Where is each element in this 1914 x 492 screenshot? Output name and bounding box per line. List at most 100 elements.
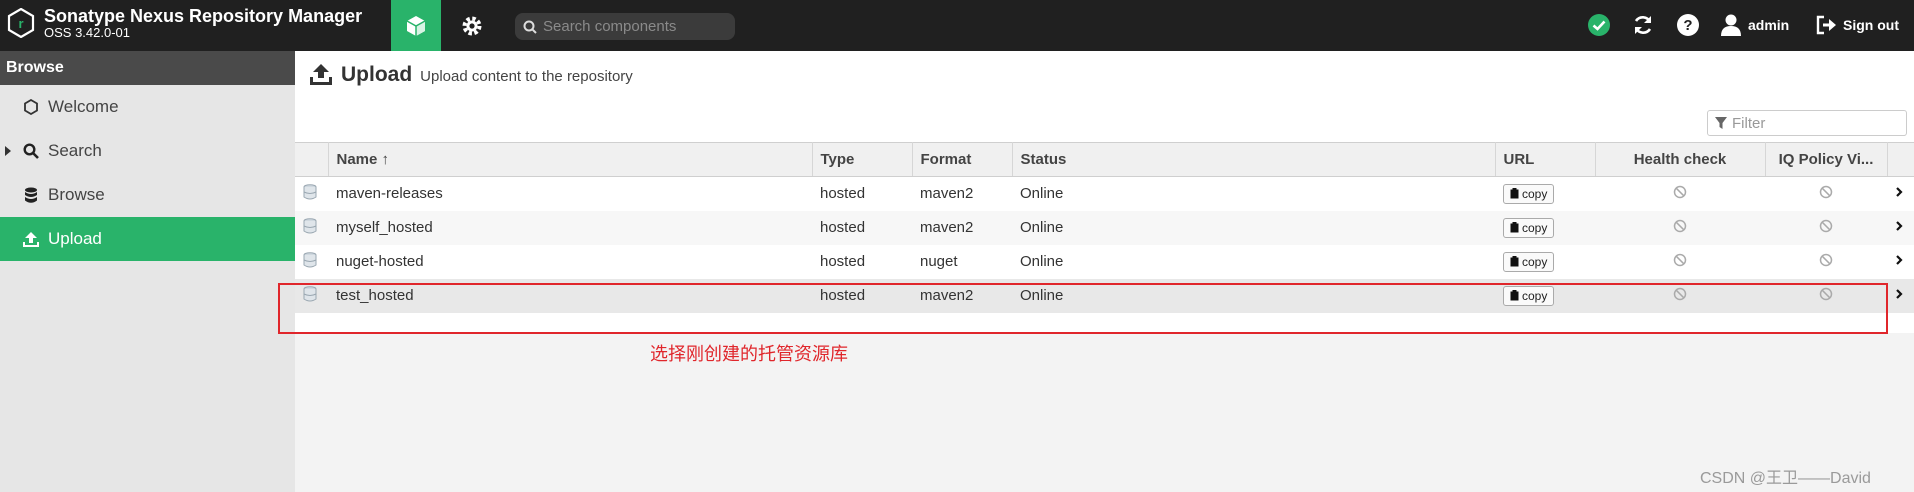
iq-policy-cell[interactable]	[1765, 210, 1887, 245]
repo-status: Online	[1020, 253, 1064, 270]
refresh-icon	[1634, 16, 1652, 34]
row-chevron-cell[interactable]	[1887, 210, 1914, 245]
column-header-health-check[interactable]: Health check	[1595, 142, 1766, 177]
repo-name: maven-releases	[336, 185, 443, 203]
table-row[interactable]: nuget-hosted hosted nuget Online copy	[295, 245, 1914, 279]
repo-type: hosted	[820, 253, 866, 270]
help-button[interactable]: ?	[1676, 12, 1700, 38]
copy-label: copy	[1522, 186, 1548, 201]
database-icon	[303, 217, 317, 233]
page-subtitle: Upload content to the repository	[420, 68, 633, 85]
sidebar-item-label: Browse	[48, 185, 105, 204]
page-title: Upload	[341, 63, 413, 86]
repo-format: nuget	[920, 253, 958, 270]
app-version: OSS 3.42.0-01	[44, 25, 130, 40]
iq-policy-cell[interactable]	[1765, 245, 1887, 279]
icon-column-header	[295, 142, 329, 177]
sidebar-item-upload[interactable]: Upload	[0, 217, 295, 261]
database-icon	[303, 251, 317, 267]
ban-icon	[1819, 253, 1833, 266]
ban-icon	[1819, 219, 1833, 232]
page-header: Upload Upload content to the repository	[295, 51, 1914, 142]
search-box[interactable]	[515, 13, 735, 40]
copy-label: copy	[1522, 220, 1548, 235]
filter-box[interactable]	[1707, 110, 1907, 136]
column-header-format[interactable]: Format	[912, 142, 1013, 177]
column-header-status[interactable]: Status	[1012, 142, 1496, 177]
filter-input[interactable]	[1732, 114, 1902, 132]
ban-icon	[1673, 219, 1687, 232]
app-title: Sonatype Nexus Repository Manager	[44, 6, 363, 26]
repo-icon-cell	[295, 210, 328, 245]
repo-url-cell: copy	[1495, 177, 1595, 211]
search-input[interactable]	[543, 18, 723, 35]
row-chevron-cell[interactable]	[1887, 245, 1914, 279]
chevron-right-icon	[1896, 187, 1903, 198]
user-icon	[1721, 14, 1741, 36]
sidebar-item-welcome[interactable]: Welcome	[0, 85, 295, 129]
ban-icon	[1819, 185, 1833, 198]
sidebar-item-label: Welcome	[48, 97, 119, 116]
sidebar-item-label: Search	[48, 141, 102, 160]
svg-text:r: r	[18, 16, 23, 31]
repo-name: myself_hosted	[328, 210, 812, 245]
sidebar-item-browse[interactable]: Browse	[0, 173, 295, 217]
expand-caret-icon[interactable]	[5, 146, 11, 156]
health-check-cell[interactable]	[1595, 210, 1765, 245]
health-check-cell[interactable]	[1595, 177, 1765, 211]
hexagon-icon	[20, 99, 42, 115]
ban-icon	[1673, 185, 1687, 198]
copy-label: copy	[1522, 254, 1548, 269]
sign-out-icon	[1816, 15, 1836, 35]
health-check-cell[interactable]	[1595, 245, 1765, 279]
username: admin	[1748, 17, 1790, 33]
copy-url-button[interactable]: copy	[1503, 217, 1555, 238]
repo-url-cell: copy	[1495, 210, 1595, 245]
search-icon	[20, 143, 42, 159]
cube-icon	[406, 15, 426, 36]
table-row[interactable]: myself_hosted hosted maven2 Online copy	[295, 210, 1914, 245]
sidebar: Browse Welcome Search Browse Upload	[0, 51, 295, 492]
upload-icon	[310, 64, 332, 85]
column-header-url[interactable]: URL	[1495, 142, 1596, 177]
top-bar: r Sonatype Nexus Repository Manager OSS …	[0, 0, 1914, 51]
main-panel: Upload Upload content to the repository …	[295, 51, 1914, 492]
row-chevron-cell[interactable]	[1887, 278, 1914, 313]
chevron-column-header	[1887, 142, 1914, 177]
refresh-button[interactable]	[1631, 12, 1655, 38]
copy-url-button[interactable]: copy	[1503, 183, 1555, 204]
sign-out-button[interactable]: Sign out	[1815, 12, 1899, 38]
browse-mode-button[interactable]	[391, 0, 441, 51]
sidebar-section-title: Browse	[0, 51, 295, 85]
sidebar-item-label: Upload	[48, 229, 102, 248]
filter-icon	[1715, 117, 1727, 129]
copy-url-button[interactable]: copy	[1503, 251, 1555, 272]
gear-icon	[462, 16, 482, 35]
repo-type: hosted	[820, 185, 866, 203]
status-ok-button[interactable]	[1587, 12, 1611, 38]
column-header-iq-policy[interactable]: IQ Policy Vi...	[1765, 142, 1888, 177]
clipboard-icon	[1510, 256, 1519, 267]
help-icon: ?	[1677, 14, 1699, 36]
nexus-logo-icon: r	[7, 8, 35, 38]
sidebar-item-search[interactable]: Search	[0, 129, 295, 173]
brand[interactable]: r Sonatype Nexus Repository Manager OSS …	[6, 6, 362, 40]
row-chevron-cell[interactable]	[1887, 177, 1914, 211]
column-header-name[interactable]: Name ↑	[328, 142, 813, 177]
repo-type: hosted	[812, 210, 912, 245]
annotation-text: 选择刚创建的托管资源库	[650, 344, 848, 364]
repo-format: maven2	[912, 210, 1012, 245]
table-row[interactable]: maven-releases hosted maven2 Online copy	[295, 177, 1914, 211]
upload-icon	[20, 231, 42, 248]
user-menu[interactable]: admin	[1720, 12, 1789, 38]
admin-mode-button[interactable]	[447, 0, 497, 51]
svg-text:?: ?	[1683, 17, 1692, 34]
repo-name: nuget-hosted	[336, 253, 424, 270]
chevron-right-icon	[1896, 255, 1903, 265]
sign-out-label: Sign out	[1843, 17, 1899, 33]
chevron-right-icon	[1896, 221, 1903, 231]
ban-icon	[1673, 253, 1687, 266]
repo-icon-cell	[295, 177, 328, 211]
iq-policy-cell[interactable]	[1765, 177, 1887, 211]
column-header-type[interactable]: Type	[812, 142, 913, 177]
